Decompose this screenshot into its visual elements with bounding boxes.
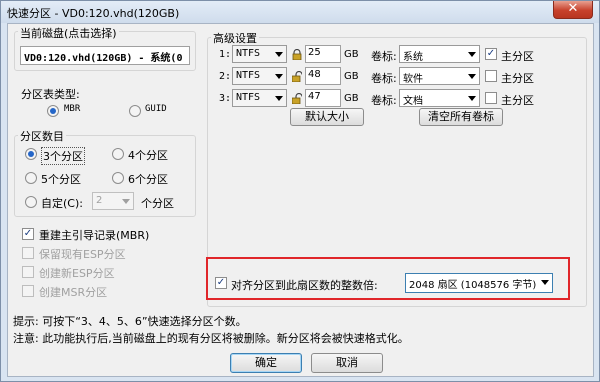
title-bar[interactable]: 快速分区 - VD0:120.vhd(120GB) ✕ [1, 1, 599, 23]
row3-index: 3: [219, 93, 232, 104]
row2-size-input[interactable]: 48 [305, 67, 341, 85]
custom-count-suffix: 个分区 [141, 197, 174, 210]
partition-table-label: 分区表类型: [21, 88, 80, 101]
rebuild-mbr-label: 重建主引导记录(MBR) [39, 229, 150, 242]
row1-size-unit: GB [344, 49, 359, 60]
unlock-icon[interactable] [292, 93, 302, 104]
row1-label-select[interactable]: 系统 [399, 45, 480, 63]
chevron-down-icon [275, 52, 283, 57]
clear-all-labels-button[interactable]: 清空所有卷标 [419, 108, 503, 126]
warning-text: 注意: 此功能执行后,当前磁盘上的现有分区将被删除。新分区将会被快速格式化。 [13, 332, 409, 345]
row1-index: 1: [219, 49, 232, 60]
close-button[interactable]: ✕ [553, 1, 593, 19]
unlock-icon[interactable] [292, 71, 302, 82]
row2-fs-select[interactable]: NTFS [232, 67, 287, 85]
guid-radio[interactable] [129, 105, 141, 117]
chevron-down-icon [541, 280, 549, 285]
create-esp-label: 创建新ESP分区 [39, 267, 115, 280]
row2-size-unit: GB [344, 71, 359, 82]
row3-fs-value: NTFS [236, 92, 261, 103]
partition-count-group-title: 分区数目 [18, 128, 66, 144]
row3-label-select[interactable]: 文档 [399, 89, 480, 107]
default-size-button[interactable]: 默认大小 [290, 108, 364, 126]
current-disk-group-title: 当前磁盘(点击选择) [18, 25, 119, 41]
guid-radio-label: GUID [145, 104, 167, 114]
ok-button[interactable]: 确定 [230, 353, 302, 373]
row3-size-unit: GB [344, 93, 359, 104]
row1-fs-value: NTFS [236, 48, 261, 59]
window-title: 快速分区 - VD0:120.vhd(120GB) [7, 7, 180, 20]
four-partitions-label: 4个分区 [128, 149, 168, 162]
row3-label-prefix: 卷标: [371, 94, 397, 107]
row3-fs-select[interactable]: NTFS [232, 89, 287, 107]
row2-primary-checkbox[interactable] [485, 70, 497, 82]
alignment-checkbox[interactable]: ✓ [215, 277, 227, 289]
four-partitions-radio[interactable] [112, 148, 124, 160]
row3-primary-checkbox[interactable] [485, 92, 497, 104]
chevron-down-icon [122, 199, 130, 204]
six-partitions-label: 6个分区 [128, 173, 168, 186]
chevron-down-icon [275, 74, 283, 79]
chevron-down-icon [468, 74, 476, 79]
mbr-radio[interactable] [47, 105, 59, 117]
create-esp-checkbox[interactable] [22, 266, 34, 278]
row3-label-value: 文档 [403, 96, 423, 107]
row1-fs-select[interactable]: NTFS [232, 45, 287, 63]
six-partitions-radio[interactable] [112, 172, 124, 184]
cancel-button[interactable]: 取消 [311, 353, 383, 373]
row2-index: 2: [219, 71, 232, 82]
chevron-down-icon [275, 96, 283, 101]
tip-text: 提示: 可按下“3、4、5、6”快速选择分区个数。 [13, 315, 247, 328]
custom-count-select[interactable]: 2 [92, 192, 134, 210]
row2-fs-value: NTFS [236, 70, 261, 81]
mbr-radio-label: MBR [64, 104, 81, 114]
row1-size-input[interactable]: 25 [305, 45, 341, 63]
row1-label-prefix: 卷标: [371, 50, 397, 63]
current-disk-field[interactable]: VD0:120.vhd(120GB) - 系统(0 [20, 46, 190, 65]
keep-esp-checkbox[interactable] [22, 247, 34, 259]
custom-count-radio[interactable] [25, 196, 37, 208]
row1-label-value: 系统 [403, 52, 423, 63]
five-partitions-radio[interactable] [25, 172, 37, 184]
dialog-body: 当前磁盘(点击选择) VD0:120.vhd(120GB) - 系统(0 分区表… [7, 23, 594, 377]
chevron-down-icon [468, 96, 476, 101]
create-msr-checkbox[interactable] [22, 285, 34, 297]
keep-esp-label: 保留现有ESP分区 [39, 248, 126, 261]
row2-label-prefix: 卷标: [371, 72, 397, 85]
row3-primary-label: 主分区 [501, 94, 534, 107]
close-icon: ✕ [567, 1, 579, 16]
alignment-value: 2048 扇区 (1048576 字节) [409, 280, 537, 291]
row2-label-select[interactable]: 软件 [399, 67, 480, 85]
three-partitions-label: 3个分区 [41, 147, 85, 165]
advanced-settings-group-title: 高级设置 [211, 30, 259, 46]
lock-icon[interactable] [292, 49, 302, 60]
alignment-label: 对齐分区到此扇区数的整数倍: [231, 279, 378, 292]
chevron-down-icon [468, 52, 476, 57]
create-msr-label: 创建MSR分区 [39, 286, 108, 299]
rebuild-mbr-checkbox[interactable]: ✓ [22, 228, 34, 240]
row1-primary-checkbox[interactable]: ✓ [485, 48, 497, 60]
row1-primary-label: 主分区 [501, 50, 534, 63]
row2-label-value: 软件 [403, 74, 423, 85]
custom-count-value: 2 [96, 195, 103, 206]
quick-partition-dialog: 快速分区 - VD0:120.vhd(120GB) ✕ 当前磁盘(点击选择) V… [0, 0, 600, 382]
row3-size-input[interactable]: 47 [305, 89, 341, 107]
five-partitions-label: 5个分区 [41, 173, 81, 186]
custom-count-label: 自定(C): [41, 197, 83, 210]
alignment-select[interactable]: 2048 扇区 (1048576 字节) [405, 273, 553, 293]
three-partitions-radio[interactable] [25, 148, 37, 160]
row2-primary-label: 主分区 [501, 72, 534, 85]
